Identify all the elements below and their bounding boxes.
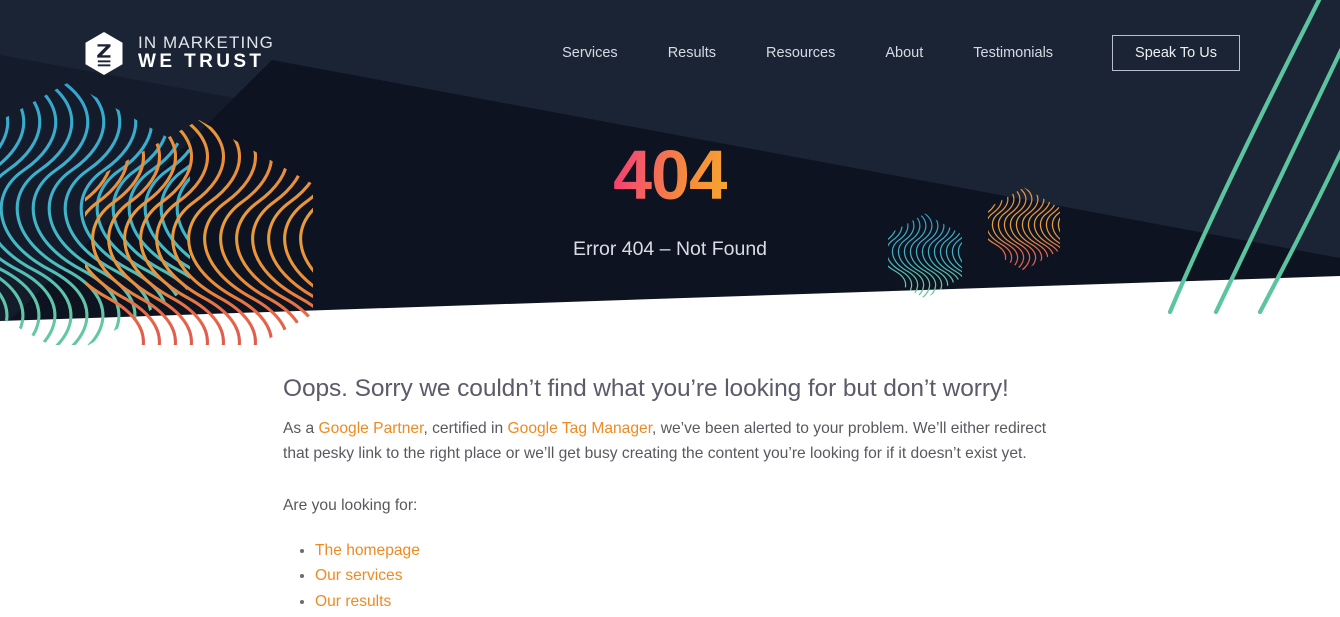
error-subtitle: Error 404 – Not Found <box>572 238 768 260</box>
brand-logo[interactable]: IN MARKETING WE TRUST <box>84 31 274 76</box>
error-code: 404 <box>613 136 728 214</box>
list-item: Our results <box>315 590 1073 614</box>
hero-section: IN MARKETING WE TRUST Services Results R… <box>0 0 1340 345</box>
page-title: Oops. Sorry we couldn’t find what you’re… <box>283 375 1009 402</box>
link-our-services[interactable]: Our services <box>315 567 403 584</box>
hexagon-z-logo-icon <box>85 31 123 75</box>
nav-item-testimonials[interactable]: Testimonials <box>948 45 1078 61</box>
nav-item-results[interactable]: Results <box>643 45 741 61</box>
google-partner-link[interactable]: Google Partner <box>319 420 424 437</box>
hero-content: 404 Error 404 – Not Found <box>0 140 1340 261</box>
looking-for-prompt: Are you looking for: <box>283 497 418 515</box>
main-navigation: Services Results Resources About Testimo… <box>537 35 1240 71</box>
brand-text: IN MARKETING WE TRUST <box>138 32 274 73</box>
main-content: Oops. Sorry we couldn’t find what you’re… <box>0 375 1340 614</box>
link-our-results[interactable]: Our results <box>315 593 391 610</box>
list-item: The homepage <box>315 539 1073 563</box>
nav-item-services[interactable]: Services <box>537 45 643 61</box>
nav-item-resources[interactable]: Resources <box>741 45 860 61</box>
list-item: Our services <box>315 564 1073 588</box>
paragraph-part-2: , certified in <box>423 420 508 437</box>
nav-item-about[interactable]: About <box>860 45 948 61</box>
link-the-homepage[interactable]: The homepage <box>315 542 420 559</box>
intro-paragraph: As a Google Partner, certified in Google… <box>283 417 1053 466</box>
brand-line-1: IN MARKETING <box>138 32 274 52</box>
brand-line-2: WE TRUST <box>138 50 265 72</box>
suggested-links-list: The homepage Our services Our results <box>283 539 1073 613</box>
site-header: IN MARKETING WE TRUST Services Results R… <box>0 0 1340 106</box>
google-tag-manager-link[interactable]: Google Tag Manager <box>508 420 653 437</box>
speak-to-us-button[interactable]: Speak To Us <box>1112 35 1240 71</box>
paragraph-part-1: As a <box>283 420 319 437</box>
